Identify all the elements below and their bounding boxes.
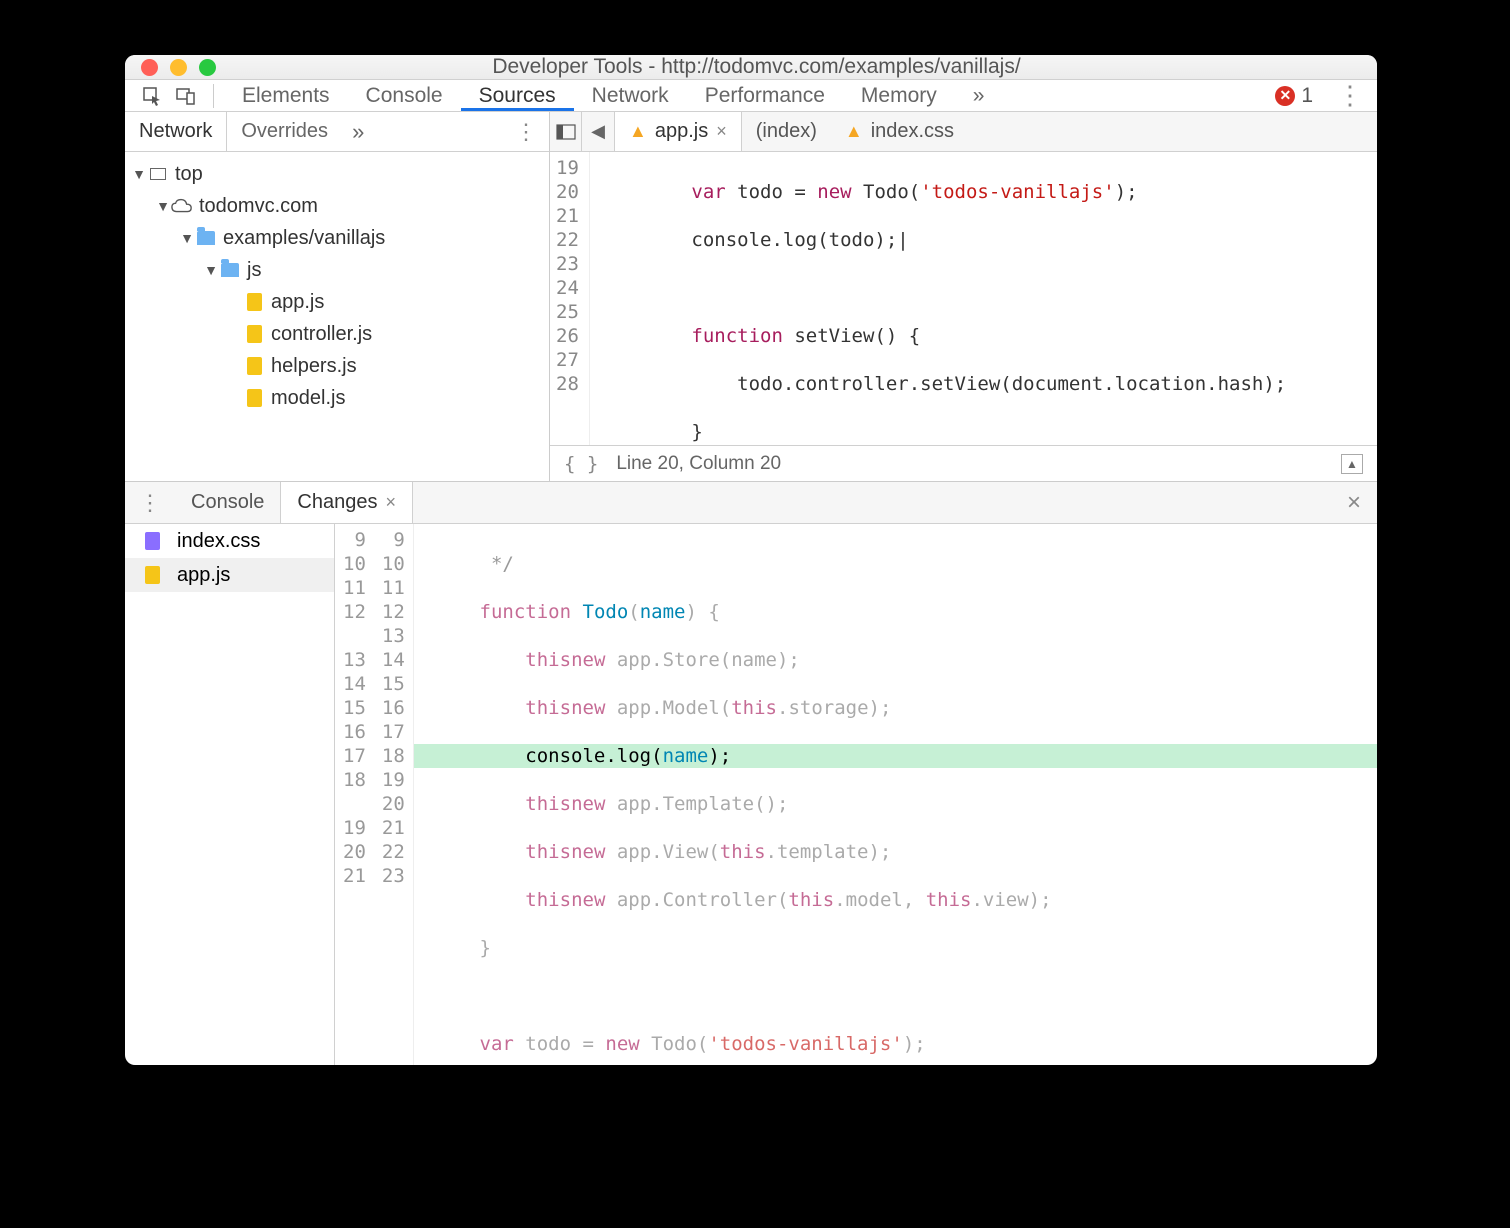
close-tab-icon[interactable]: × (385, 492, 396, 513)
tab-console[interactable]: Console (348, 80, 461, 111)
js-file-icon (141, 566, 163, 584)
css-file-icon (141, 532, 163, 550)
toggle-navigator-icon[interactable] (550, 112, 582, 151)
navigator-menu-icon[interactable]: ⋮ (503, 119, 549, 145)
editor-tab-label: app.js (655, 120, 708, 143)
diff-gutter-new: 91011121314151617181920212223 (374, 524, 413, 1065)
pretty-print-icon[interactable]: { } (564, 453, 598, 475)
tree-folder-label: examples/vanillajs (223, 227, 385, 250)
sources-panel: Network Overrides » ⋮ ▼top ▼todomvc.com … (125, 112, 1377, 482)
drawer-tab-console[interactable]: Console (175, 482, 280, 523)
inspect-icon[interactable] (135, 80, 169, 111)
navigator-tab-overrides[interactable]: Overrides (227, 112, 342, 151)
editor-tab-label: (index) (756, 120, 817, 143)
main-toolbar: Elements Console Sources Network Perform… (125, 80, 1377, 112)
changes-file-label: app.js (177, 564, 230, 587)
code-area[interactable]: 19202122232425262728 var todo = new Todo… (550, 152, 1377, 445)
tree-file-label: app.js (271, 291, 324, 314)
tree-folder[interactable]: ▼examples/vanillajs (125, 222, 549, 254)
cloud-icon (171, 197, 193, 215)
code-editor: ◀ ▲ app.js × (index) ▲ index.css 1920212… (550, 112, 1377, 481)
tab-sources[interactable]: Sources (461, 80, 574, 111)
editor-tab-appjs[interactable]: ▲ app.js × (614, 112, 742, 151)
folder-icon (219, 261, 241, 279)
tree-subfolder[interactable]: ▼js (125, 254, 549, 286)
changes-panel: index.css app.js 91011121314151617181920… (125, 524, 1377, 1065)
tree-subfolder-label: js (247, 259, 261, 282)
device-toggle-icon[interactable] (169, 80, 203, 111)
file-tree: ▼top ▼todomvc.com ▼examples/vanillajs ▼j… (125, 152, 549, 481)
js-file-icon (243, 389, 265, 407)
navigator-sidebar: Network Overrides » ⋮ ▼top ▼todomvc.com … (125, 112, 550, 481)
settings-menu-icon[interactable]: ⋮ (1323, 80, 1377, 111)
tree-file-label: model.js (271, 387, 345, 410)
js-file-icon (243, 357, 265, 375)
navigator-tab-network[interactable]: Network (125, 112, 227, 151)
changes-file[interactable]: index.css (125, 524, 334, 558)
drawer-tabs: ⋮ Console Changes × × (125, 482, 1377, 524)
tree-top-label: top (175, 163, 203, 186)
close-button[interactable] (141, 59, 158, 76)
drawer-tab-label: Changes (297, 491, 377, 514)
maximize-button[interactable] (199, 59, 216, 76)
changes-file[interactable]: app.js (125, 558, 334, 592)
line-gutter: 19202122232425262728 (550, 152, 590, 445)
window-title: Developer Tools - http://todomvc.com/exa… (216, 55, 1377, 79)
titlebar: Developer Tools - http://todomvc.com/exa… (125, 55, 1377, 80)
tree-top[interactable]: ▼top (125, 158, 549, 190)
diff-body[interactable]: */ function Todo(name) { thisnew app.Sto… (414, 524, 1377, 1065)
diff-gutter: 9101112131415161718192021 91011121314151… (335, 524, 414, 1065)
diff-view[interactable]: 9101112131415161718192021 91011121314151… (335, 524, 1377, 1065)
tree-file[interactable]: app.js (125, 286, 549, 318)
tab-performance[interactable]: Performance (687, 80, 843, 111)
warning-icon: ▲ (629, 121, 647, 142)
tree-file-label: controller.js (271, 323, 372, 346)
separator (213, 84, 214, 108)
drawer-menu-icon[interactable]: ⋮ (125, 490, 175, 516)
error-indicator[interactable]: ✕ 1 (1275, 84, 1313, 108)
drawer: ⋮ Console Changes × × index.css app.js 9… (125, 482, 1377, 1065)
tab-memory[interactable]: Memory (843, 80, 955, 111)
panel-tabs: Elements Console Sources Network Perform… (224, 80, 1002, 111)
tree-file[interactable]: helpers.js (125, 350, 549, 382)
devtools-window: Developer Tools - http://todomvc.com/exa… (125, 55, 1377, 1065)
tab-network[interactable]: Network (574, 80, 687, 111)
tree-file[interactable]: controller.js (125, 318, 549, 350)
editor-statusbar: { } Line 20, Column 20 ▲ (550, 445, 1377, 481)
editor-tab-label: index.css (871, 120, 954, 143)
error-icon: ✕ (1275, 86, 1295, 106)
tabs-overflow-icon[interactable]: » (955, 80, 1003, 111)
drawer-close-icon[interactable]: × (1331, 489, 1377, 517)
tree-file[interactable]: model.js (125, 382, 549, 414)
editor-tabs: ◀ ▲ app.js × (index) ▲ index.css (550, 112, 1377, 152)
editor-tab-indexcss[interactable]: ▲ index.css (831, 112, 968, 151)
navigator-tabs: Network Overrides » ⋮ (125, 112, 549, 152)
diff-gutter-old: 9101112131415161718192021 (335, 524, 374, 1065)
close-tab-icon[interactable]: × (716, 121, 727, 142)
navigator-tabs-overflow-icon[interactable]: » (342, 119, 374, 145)
code-body[interactable]: var todo = new Todo('todos-vanillajs'); … (590, 152, 1286, 445)
tree-domain[interactable]: ▼todomvc.com (125, 190, 549, 222)
js-file-icon (243, 293, 265, 311)
js-file-icon (243, 325, 265, 343)
traffic-lights (125, 59, 216, 76)
tree-file-label: helpers.js (271, 355, 357, 378)
changes-file-list: index.css app.js (125, 524, 335, 1065)
error-count: 1 (1301, 84, 1313, 108)
warning-icon: ▲ (845, 121, 863, 142)
toggle-drawer-icon[interactable]: ▲ (1341, 454, 1363, 474)
minimize-button[interactable] (170, 59, 187, 76)
drawer-tab-changes[interactable]: Changes × (280, 482, 413, 523)
tree-domain-label: todomvc.com (199, 195, 318, 218)
folder-icon (195, 229, 217, 247)
nav-back-icon[interactable]: ◀ (582, 112, 614, 151)
cursor-position: Line 20, Column 20 (616, 453, 781, 475)
editor-tab-index[interactable]: (index) (742, 112, 831, 151)
changes-file-label: index.css (177, 530, 260, 553)
tab-elements[interactable]: Elements (224, 80, 348, 111)
